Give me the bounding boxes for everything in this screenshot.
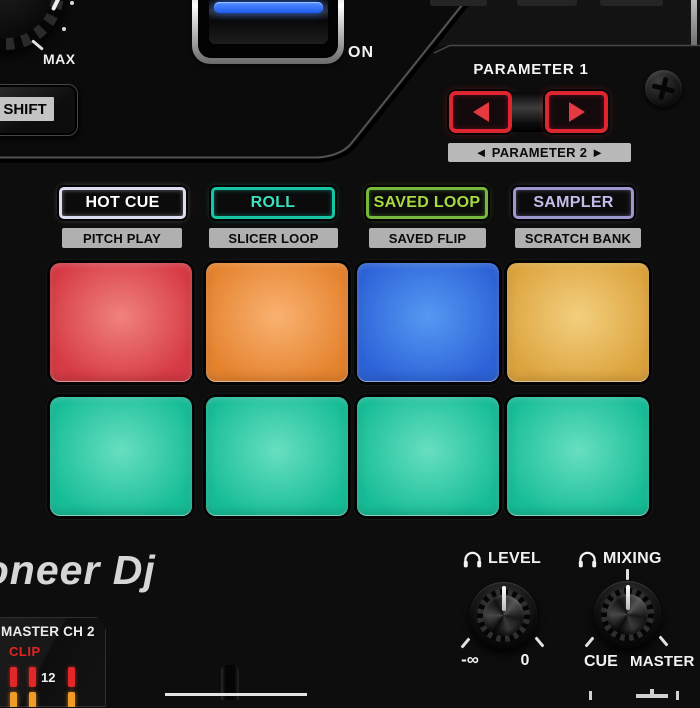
shift-button-label[interactable]: SHIFT: [0, 97, 54, 121]
headphones-icon: [463, 551, 482, 568]
mode-button-label: HOT CUE: [85, 194, 159, 212]
led-segment: [10, 667, 17, 687]
fader-scale-line: [165, 693, 307, 696]
performance-pad[interactable]: [50, 263, 192, 382]
headphone-level-label: LEVEL: [463, 550, 541, 568]
top-button-edge: [600, 0, 663, 6]
panel-edge-highlight: [691, 0, 697, 45]
scale-dot: [62, 27, 66, 31]
fader-marking: [636, 694, 668, 698]
mode-button-sampler[interactable]: SAMPLER: [513, 187, 634, 219]
headphone-mixing-label: MIXING: [578, 550, 662, 568]
mixing-center-tick: [626, 569, 629, 580]
level-label: LEVEL: [488, 550, 541, 568]
screw-icon: [645, 70, 682, 107]
knob-pointer-icon: [626, 585, 630, 610]
mode-sublabel-saved-flip: SAVED FLIP: [369, 228, 486, 248]
mode-button-roll[interactable]: ROLL: [211, 187, 335, 219]
mode-button-hot-cue[interactable]: HOT CUE: [59, 187, 186, 219]
level-meter-panel: MASTER CH 2 CLIP 12: [0, 617, 106, 707]
mode-sublabel-scratch-bank: SCRATCH BANK: [515, 228, 641, 248]
brand-logo: Pioneer Dj: [0, 547, 156, 594]
led-segment: [68, 692, 75, 708]
fader-marking: [676, 691, 679, 700]
parameter1-title: PARAMETER 1: [440, 61, 622, 78]
performance-pad[interactable]: [206, 397, 348, 516]
headphone-level-knob[interactable]: [470, 582, 537, 649]
mixing-label: MIXING: [603, 550, 662, 568]
clip-label: CLIP: [9, 644, 41, 659]
led-segment: [29, 667, 36, 687]
led-segment: [29, 692, 36, 708]
fader-marking: [589, 691, 592, 700]
mode-button-label: ROLL: [251, 194, 296, 212]
parameter-left-button[interactable]: [449, 91, 512, 133]
parameter2-label: ◄ PARAMETER 2 ►: [448, 143, 631, 162]
right-arrow-icon: [569, 102, 585, 122]
parameter-right-button[interactable]: [545, 91, 608, 133]
top-button-edge: [430, 0, 487, 6]
left-arrow-icon: [473, 102, 489, 122]
mode-sublabel-slicer-loop: SLICER LOOP: [209, 228, 338, 248]
knob-pointer-icon: [502, 586, 506, 611]
headphone-mixing-knob[interactable]: [594, 581, 661, 648]
level-min-label: -∞: [450, 650, 490, 670]
max-label: MAX: [43, 51, 76, 67]
level-max-label: 0: [515, 652, 535, 670]
fader-led: [214, 2, 323, 13]
led-segment: [10, 692, 17, 708]
scale-dot: [70, 1, 74, 5]
fader-marking: [650, 689, 654, 694]
mixing-cue-label: CUE: [584, 653, 618, 671]
meter-scale-value: 12: [41, 670, 55, 685]
performance-pad[interactable]: [357, 397, 499, 516]
led-segment: [68, 667, 75, 687]
mode-button-saved-loop[interactable]: SAVED LOOP: [366, 187, 488, 219]
performance-pad[interactable]: [357, 263, 499, 382]
performance-pad[interactable]: [206, 263, 348, 382]
dj-controller-panel: { "top_left": { "max_label": "MAX", "shi…: [0, 0, 700, 700]
mode-sublabel-pitch-play: PITCH PLAY: [62, 228, 182, 248]
mode-button-label: SAMPLER: [533, 194, 613, 212]
mixing-master-label: MASTER: [630, 653, 695, 670]
performance-pad[interactable]: [507, 263, 649, 382]
performance-pad[interactable]: [507, 397, 649, 516]
trim-knob-cap: [0, 0, 52, 38]
top-button-edge: [517, 0, 577, 6]
mode-button-label: SAVED LOOP: [374, 194, 481, 212]
performance-pad[interactable]: [50, 397, 192, 516]
meter-title: MASTER CH 2: [1, 624, 95, 639]
on-label: ON: [348, 44, 374, 62]
headphones-icon: [578, 551, 597, 568]
parameter-button-divider: [512, 92, 545, 132]
